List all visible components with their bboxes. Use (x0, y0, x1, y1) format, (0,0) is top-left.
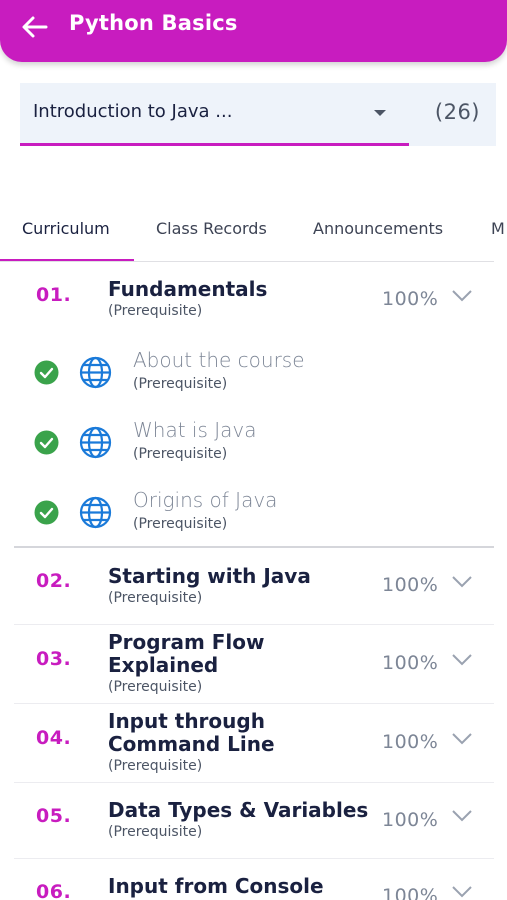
course-selector-value: Introduction to Java ... (33, 101, 233, 122)
tabs-divider (0, 261, 494, 262)
module-subtitle: (Prerequisite) (108, 679, 203, 695)
module-number: 03. (36, 648, 72, 670)
module-subtitle: (Prerequisite) (108, 303, 203, 319)
check-circle-icon (34, 360, 59, 385)
module-title: Data Types & Variables (108, 798, 369, 822)
lesson-title: Origins of Java (133, 488, 278, 512)
module-subtitle: (Prerequisite) (108, 824, 203, 840)
module-progress: 100% (382, 809, 439, 831)
chevron-down-icon[interactable] (451, 885, 473, 899)
lesson-subtitle: (Prerequisite) (133, 516, 228, 532)
course-selector[interactable]: Introduction to Java ... (26) (20, 83, 496, 146)
module-03[interactable]: 03. Program Flow Explained (Prerequisite… (14, 625, 494, 703)
tab-curriculum[interactable]: Curriculum (22, 219, 110, 238)
lesson-item[interactable]: About the course (Prerequisite) (34, 348, 474, 408)
module-number: 02. (36, 570, 72, 592)
chevron-down-icon[interactable] (451, 732, 473, 746)
chevron-down-icon[interactable] (451, 653, 473, 667)
tab-announcements[interactable]: Announcements (313, 219, 443, 238)
module-progress: 100% (382, 288, 439, 310)
module-title: Fundamentals (108, 277, 268, 301)
tab-more[interactable]: M (491, 219, 505, 238)
module-subtitle: (Prerequisite) (108, 758, 203, 774)
module-02[interactable]: 02. Starting with Java (Prerequisite) 10… (14, 556, 494, 622)
check-circle-icon (34, 430, 59, 455)
module-05[interactable]: 05. Data Types & Variables (Prerequisite… (14, 783, 494, 857)
lesson-subtitle: (Prerequisite) (133, 446, 228, 462)
module-progress: 100% (382, 574, 439, 596)
lesson-title: What is Java (133, 418, 257, 442)
module-progress: 100% (382, 731, 439, 753)
module-number: 01. (36, 284, 72, 306)
module-number: 04. (36, 727, 72, 749)
globe-icon (79, 356, 112, 389)
lesson-subtitle: (Prerequisite) (133, 376, 228, 392)
module-title: Starting with Java (108, 564, 311, 588)
app-bar: Python Basics (0, 0, 507, 62)
module-subtitle: (Prerequisite) (108, 590, 203, 606)
module-title: Input from Console (108, 874, 324, 898)
module-number: 06. (36, 881, 72, 900)
module-06[interactable]: 06. Input from Console 100% (14, 859, 494, 900)
module-01[interactable]: 01. Fundamentals (Prerequisite) 100% (14, 270, 494, 330)
chevron-down-icon[interactable] (451, 809, 473, 823)
module-title: Program Flow Explained (108, 630, 265, 677)
arrow-left-icon[interactable] (20, 12, 50, 42)
chevron-down-icon[interactable] (451, 289, 473, 303)
lesson-title: About the course (133, 348, 305, 372)
course-count: (26) (434, 100, 480, 124)
lesson-item[interactable]: What is Java (Prerequisite) (34, 418, 474, 478)
module-progress: 100% (382, 652, 439, 674)
module-04[interactable]: 04. Input through Command Line (Prerequi… (14, 704, 494, 782)
chevron-down-icon[interactable] (451, 575, 473, 589)
check-circle-icon (34, 500, 59, 525)
lesson-item[interactable]: Origins of Java (Prerequisite) (34, 488, 474, 548)
module-number: 05. (36, 805, 72, 827)
tab-bar: Curriculum Class Records Announcements M (0, 205, 507, 263)
tab-class-records[interactable]: Class Records (156, 219, 267, 238)
module-title: Input through Command Line (108, 709, 275, 756)
divider (14, 546, 494, 548)
module-progress: 100% (382, 885, 439, 900)
caret-down-icon[interactable] (372, 105, 388, 121)
globe-icon (79, 496, 112, 529)
page-title: Python Basics (69, 11, 238, 35)
globe-icon (79, 426, 112, 459)
selector-underline (20, 143, 409, 146)
